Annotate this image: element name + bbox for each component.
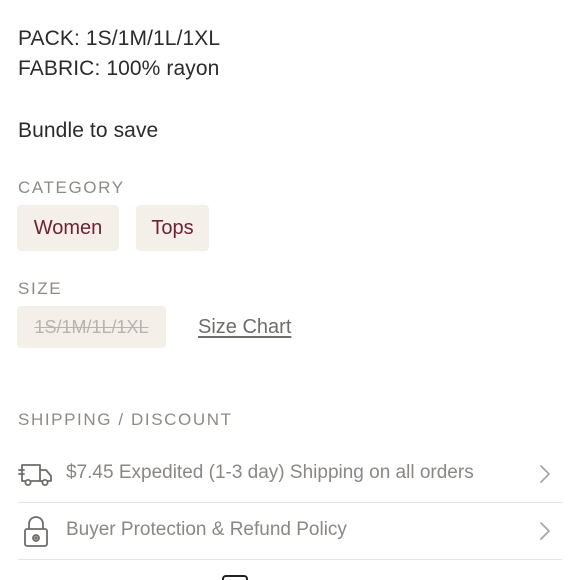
size-heading: SIZE bbox=[18, 279, 63, 298]
truck-icon bbox=[18, 456, 54, 492]
cropped-icon bbox=[222, 575, 248, 580]
shipping-row-label: $7.45 Expedited (1-3 day) Shipping on al… bbox=[66, 462, 474, 483]
chevron-right-icon bbox=[538, 463, 552, 485]
pack-description: PACK: 1S/1M/1L/1XL bbox=[18, 27, 221, 50]
shipping-row[interactable]: $7.45 Expedited (1-3 day) Shipping on al… bbox=[0, 446, 562, 502]
lock-icon bbox=[18, 513, 54, 549]
fabric-description: FABRIC: 100% rayon bbox=[18, 57, 220, 80]
category-chip-tops[interactable]: Tops bbox=[136, 205, 209, 251]
category-chip-women[interactable]: Women bbox=[17, 205, 119, 251]
size-chart-link[interactable]: Size Chart bbox=[198, 316, 291, 339]
buyer-protection-row[interactable]: Buyer Protection & Refund Policy bbox=[0, 503, 562, 559]
bundle-description: Bundle to save bbox=[18, 119, 159, 142]
cropped-icon bbox=[458, 575, 468, 580]
chevron-right-icon bbox=[538, 520, 552, 542]
shipping-discount-heading: SHIPPING / DISCOUNT bbox=[18, 410, 233, 429]
category-heading: CATEGORY bbox=[18, 178, 125, 197]
row-divider bbox=[18, 559, 562, 560]
buyer-protection-row-label: Buyer Protection & Refund Policy bbox=[66, 519, 347, 540]
size-option-unavailable: 1S/1M/1L/1XL bbox=[17, 306, 166, 348]
